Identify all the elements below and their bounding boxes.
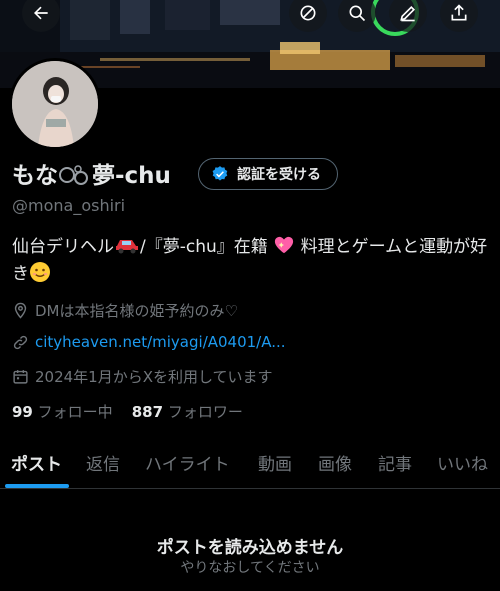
tab-highlights[interactable]: ハイライト [145,450,230,475]
calendar-icon [13,370,28,384]
back-arrow-icon [34,6,48,20]
joined-text: 2024年1月からXを利用しています [35,368,273,386]
profile-bio: 仙台デリヘル/『夢-chu』在籍 料理とゲームと運動が好き [12,236,488,284]
follow-stats: 99 フォロー中 887 フォロワー [12,401,243,422]
avatar[interactable] [9,58,101,150]
profile-tabs: ポスト 返信 ハイライト 動画 画像 記事 いいね [0,440,500,489]
share-icon [451,4,467,21]
car-emoji-icon [116,240,138,254]
sparkling-heart-icon [275,236,294,254]
username-handle: @mona_oshiri [12,196,126,215]
website-link[interactable]: cityheaven.net/miyagi/A0401/A... [35,333,286,351]
empty-state-title: ポストを読み込めません [156,538,344,558]
retry-link[interactable]: やりなおしてください [0,557,500,577]
tab-images[interactable]: 画像 [318,450,352,475]
get-verified-button[interactable]: 認証を受ける [198,158,338,190]
search-icon [349,5,366,22]
website-row[interactable]: cityheaven.net/miyagi/A0401/A... [12,333,286,351]
tab-posts[interactable]: ポスト [11,450,62,475]
following-link[interactable]: 99 フォロー中 [12,403,113,421]
active-tab-indicator [5,484,69,488]
location-icon [14,302,27,319]
location-text: DMは本指名様の姫予約のみ♡ [35,302,238,320]
link-icon [13,335,28,349]
tab-replies[interactable]: 返信 [86,450,120,475]
joined-row: 2024年1月からXを利用しています [12,366,273,387]
edit-icon [400,5,416,22]
tab-videos[interactable]: 動画 [258,450,292,475]
tab-articles[interactable]: 記事 [378,450,412,475]
verified-badge-icon [212,166,228,181]
profile-photo [12,61,98,147]
mute-icon [300,5,316,21]
smiling-face-emoji-icon [30,262,50,282]
followers-link[interactable]: 887 フォロワー [132,403,243,421]
tab-likes[interactable]: いいね [437,450,488,475]
location-row: DMは本指名様の姫予約のみ♡ [12,300,238,321]
bubbles-icon [59,165,88,185]
display-name: もな 夢-chu [12,163,171,189]
